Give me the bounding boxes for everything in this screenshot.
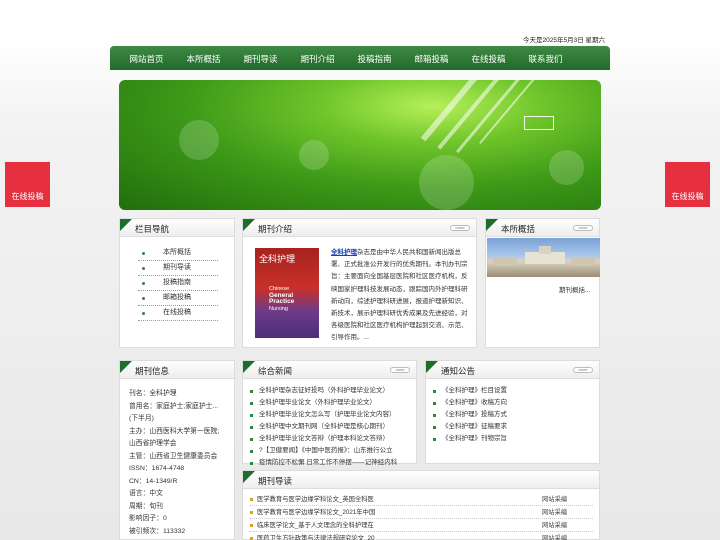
about-panel: 本所概括 more 期刊概括... — [485, 218, 600, 348]
journal-info-line: CN：14-1349/R — [129, 477, 178, 485]
guide-title: 期刊导读 — [258, 476, 293, 486]
journal-info-panel: 期刊信息 刊名：全科护理 曾用名：家庭护士;家庭护士... (下半月) 主办：山… — [119, 360, 235, 540]
journal-info-line: 被引频次：113332 — [129, 527, 186, 535]
column-nav-panel: 栏目导航 本所概括 期刊导读 投稿指南 邮箱投稿 在线投稿 — [119, 218, 235, 348]
notice-item[interactable]: 《全科护理》栏目设置 — [426, 385, 599, 397]
nav-guide[interactable]: 期刊导读 — [232, 46, 289, 70]
journal-info-line: 曾用名：家庭护士;家庭护士... — [129, 402, 219, 410]
guide-row[interactable]: 医学教育与医学边缘学科论文_英国全科医 网站采编 — [249, 493, 593, 506]
guide-row-title[interactable]: 医学教育与医学边缘学科论文_2021年中国 — [257, 506, 542, 518]
news-item[interactable]: 全科护理毕业论文（外科护理毕业论文） — [243, 397, 416, 409]
guide-row-title[interactable]: 医药卫生方针政策与法律法规研究论文_20 — [257, 532, 542, 540]
journal-info-line: 语言：中文 — [129, 490, 163, 497]
column-nav-item[interactable]: 本所概括 — [138, 246, 218, 261]
journal-info-line: 主办：山西医科大学第一医院; — [129, 427, 220, 435]
journal-info-line: ISSN：1674-4748 — [129, 465, 185, 472]
about-title: 本所概括 — [501, 224, 536, 234]
guide-row-source: 网站采编 — [542, 522, 568, 529]
news-item[interactable]: 疫情防控不松懈 日常工作不停摆——记神经内科 — [243, 457, 416, 469]
news-item[interactable]: 全科护理毕业论文答辩（护理本科论文答辩） — [243, 433, 416, 445]
guide-row-title[interactable]: 临床医学论文_基于人文理念的全科护理在 — [257, 519, 542, 531]
news-item[interactable]: 全科护理中文期刊网（全科护理是核心期刊） — [243, 421, 416, 433]
news-item[interactable]: 全科护理杂志征好投吗（外科护理毕业论文） — [243, 385, 416, 397]
column-nav-item[interactable]: 在线投稿 — [138, 306, 218, 321]
news-item[interactable]: 全科护理毕业论文怎么写（护理毕业论文内容） — [243, 409, 416, 421]
news-item[interactable]: ?【卫健要闻】《中国中医药报》：山东推行公立 — [243, 445, 416, 457]
main-nav: 网站首页 本所概括 期刊导读 期刊介绍 投稿指南 邮箱投稿 在线投稿 联系我们 — [110, 46, 610, 70]
journal-info-line: (下半月) — [129, 415, 154, 422]
news-title: 综合新闻 — [258, 366, 293, 376]
nav-email-submit[interactable]: 邮箱投稿 — [403, 46, 460, 70]
nav-online-submit[interactable]: 在线投稿 — [460, 46, 517, 70]
journal-info-title: 期刊信息 — [135, 366, 170, 376]
journal-info-line: 刊名：全科护理 — [129, 390, 177, 397]
nav-home[interactable]: 网站首页 — [118, 46, 175, 70]
nav-intro[interactable]: 期刊介绍 — [289, 46, 346, 70]
left-online-submit-button[interactable]: 在线投稿 — [5, 162, 50, 207]
journal-intro-panel: 期刊介绍 more 全科护理 Chinese General Practice Nur… — [242, 218, 477, 348]
more-button[interactable]: more — [573, 367, 593, 373]
guide-panel: 期刊导读 医学教育与医学边缘学科论文_英国全科医 网站采编 医学教育与医学边缘学科… — [242, 470, 600, 540]
nav-submission-guide[interactable]: 投稿指南 — [346, 46, 403, 70]
guide-row-source: 网站采编 — [542, 535, 568, 540]
institute-photo — [487, 238, 600, 277]
guide-row-source: 网站采编 — [542, 496, 568, 503]
journal-info-line: 周期：旬刊 — [129, 502, 163, 510]
column-nav-title: 栏目导航 — [135, 224, 170, 234]
notice-panel: 通知公告 more 《全科护理》栏目设置 《全科护理》收稿方向 《全科护理》投稿方… — [425, 360, 600, 464]
notice-title: 通知公告 — [441, 366, 476, 376]
date-text: 今天是2025年5月3日 星期六 — [523, 37, 605, 44]
journal-name-link[interactable]: 全科护理 — [331, 249, 357, 256]
journal-info-line: 主管：山西省卫生健康委员会 — [129, 452, 218, 460]
notice-item[interactable]: 《全科护理》投稿方式 — [426, 409, 599, 421]
guide-row-source: 网站采编 — [542, 509, 568, 516]
guide-row-title[interactable]: 医学教育与医学边缘学科论文_英国全科医 — [257, 493, 542, 505]
nav-about[interactable]: 本所概括 — [175, 46, 232, 70]
more-button[interactable]: more — [390, 367, 410, 373]
banner-image — [119, 80, 601, 210]
guide-row[interactable]: 医药卫生方针政策与法律法规研究论文_20 网站采编 — [249, 532, 593, 540]
journal-info-line: 影响因子：0 — [129, 515, 167, 522]
guide-row[interactable]: 医学教育与医学边缘学科论文_2021年中国 网站采编 — [249, 506, 593, 519]
guide-row[interactable]: 临床医学论文_基于人文理念的全科护理在 网站采编 — [249, 519, 593, 532]
more-button[interactable]: more — [450, 225, 470, 231]
journal-intro-text: 全科护理杂志是由中华人民共和国新闻出版总署、正式批准公开发行的优秀期刊。本刊办刊… — [331, 249, 468, 342]
right-online-submit-button[interactable]: 在线投稿 — [665, 162, 710, 207]
more-button[interactable]: more — [573, 225, 593, 231]
column-nav-item[interactable]: 投稿指南 — [138, 276, 218, 291]
journal-info-line: 山西省护理学会 — [129, 440, 177, 447]
news-panel: 综合新闻 more 全科护理杂志征好投吗（外科护理毕业论文） 全科护理毕业论文（外… — [242, 360, 417, 466]
journal-cover-image: 全科护理 Chinese General Practice Nursing — [255, 248, 319, 338]
column-nav-item[interactable]: 期刊导读 — [138, 261, 218, 276]
notice-item[interactable]: 《全科护理》征稿要求 — [426, 421, 599, 433]
about-caption[interactable]: 期刊概括... — [559, 284, 590, 294]
journal-intro-title: 期刊介绍 — [258, 224, 293, 234]
nav-contact[interactable]: 联系我们 — [517, 46, 574, 70]
notice-item[interactable]: 《全科护理》收稿方向 — [426, 397, 599, 409]
notice-item[interactable]: 《全科护理》刊物宗旨 — [426, 433, 599, 445]
column-nav-item[interactable]: 邮箱投稿 — [138, 291, 218, 306]
